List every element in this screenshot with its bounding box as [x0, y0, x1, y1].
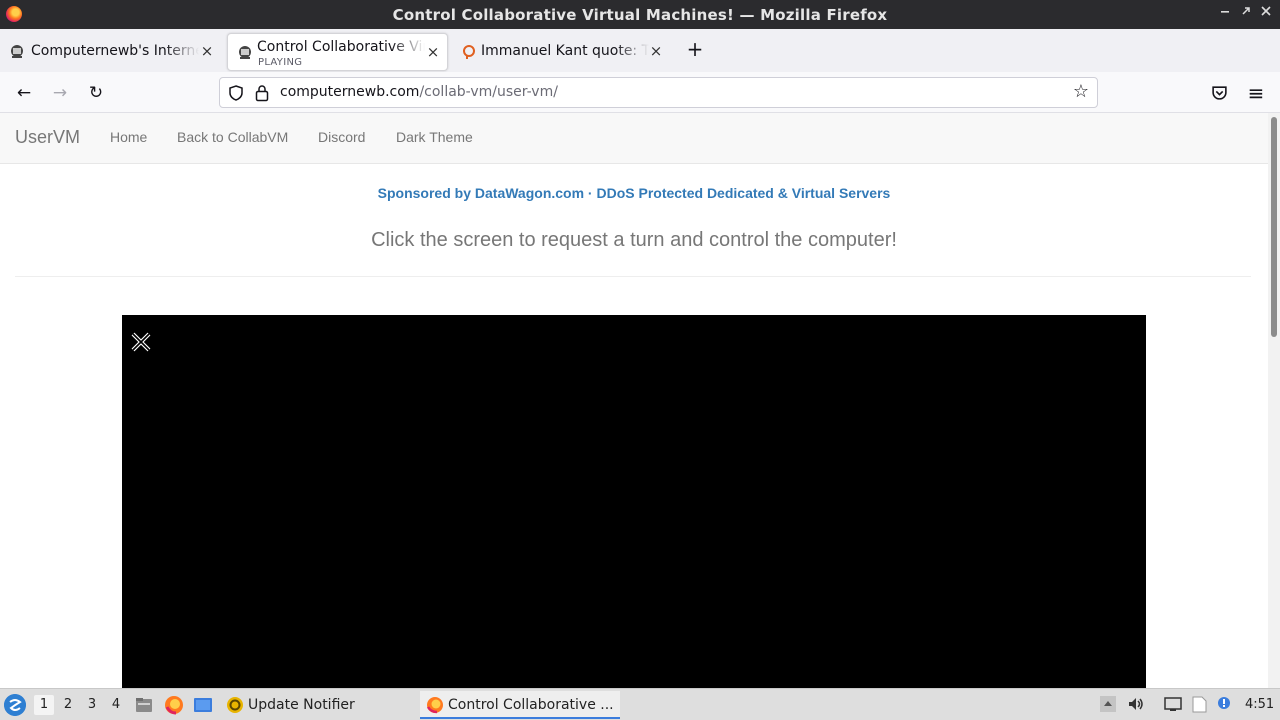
tab-collabvm[interactable]: Control Collaborative Virt PLAYING × [227, 33, 448, 71]
instruction-text: Click the screen to request a turn and c… [371, 229, 897, 251]
notification-icon[interactable] [1214, 695, 1232, 713]
firefox-launcher-icon[interactable] [164, 695, 184, 715]
site-brand[interactable]: UserVM [15, 127, 80, 148]
tab-close-icon[interactable]: × [200, 43, 214, 59]
url-bar[interactable]: computernewb.com/collab-vm/user-vm/ ☆ [219, 77, 1098, 108]
file-manager-icon[interactable] [134, 695, 154, 715]
nav-link-home[interactable]: Home [110, 129, 147, 145]
clock[interactable]: 4:51 [1245, 697, 1274, 712]
tab-label: Immanuel Kant quote: Th [481, 43, 649, 59]
computernewb-favicon-icon [11, 45, 23, 58]
navigation-toolbar: ← → ↻ computernewb.com/collab-vm/user-vm… [0, 72, 1280, 113]
nav-link-back-to-collabvm[interactable]: Back to CollabVM [177, 129, 288, 145]
workspace-4[interactable]: 4 [106, 695, 126, 715]
tab-strip: Computernewb's Internet × Control Collab… [0, 29, 1280, 72]
quote-site-favicon-icon [463, 45, 475, 59]
lock-icon[interactable] [255, 84, 269, 102]
task-update-notifier[interactable]: Update Notifier [220, 691, 410, 719]
bookmark-star-icon[interactable]: ☆ [1071, 82, 1091, 102]
clipboard-icon[interactable] [1190, 695, 1208, 713]
tab-close-icon[interactable]: × [649, 43, 663, 59]
tray-expand-icon[interactable] [1099, 695, 1117, 713]
nav-link-discord[interactable]: Discord [318, 129, 365, 145]
back-button[interactable]: ← [12, 81, 36, 105]
divider [15, 276, 1251, 277]
tab-computernewb[interactable]: Computernewb's Internet × [0, 33, 222, 71]
forward-button[interactable]: → [48, 81, 72, 105]
sponsor-link[interactable]: Sponsored by DataWagon.com · DDoS Protec… [0, 185, 1268, 201]
window-title: Control Collaborative Virtual Machines! … [392, 6, 888, 24]
tab-label: Computernewb's Internet [31, 43, 199, 59]
computernewb-favicon-icon [239, 46, 251, 59]
workspace-2[interactable]: 2 [58, 695, 78, 715]
url-host: computernewb.com [280, 84, 420, 100]
tab-playing-indicator: PLAYING [258, 57, 303, 68]
reload-button[interactable]: ↻ [84, 81, 108, 105]
workspace-1[interactable]: 1 [34, 695, 54, 715]
page-content: UserVM Home Back to CollabVM Discord Dar… [0, 113, 1268, 688]
taskbar: 1 2 3 4 Update Notifier Control Collabor… [0, 688, 1280, 720]
volume-icon[interactable] [1127, 695, 1145, 713]
minimize-icon[interactable] [1217, 4, 1233, 24]
firefox-icon [426, 697, 443, 714]
app-menu-button[interactable]: ≡ [1244, 81, 1268, 105]
pocket-icon[interactable] [1211, 84, 1228, 101]
start-menu-icon[interactable] [4, 694, 26, 716]
task-firefox[interactable]: Control Collaborative ... [420, 691, 620, 719]
page-scrollbar[interactable] [1268, 113, 1280, 688]
close-icon[interactable] [1258, 4, 1274, 24]
tracking-protection-shield-icon[interactable] [228, 85, 244, 101]
new-tab-button[interactable]: + [684, 38, 706, 60]
maximize-icon[interactable] [1238, 4, 1254, 24]
scrollbar-thumb[interactable] [1271, 117, 1277, 337]
network-icon[interactable] [1164, 695, 1182, 713]
desktop-icon[interactable] [193, 695, 213, 715]
vm-display-canvas[interactable] [122, 315, 1146, 688]
update-notifier-icon [227, 697, 243, 713]
window-titlebar: Control Collaborative Virtual Machines! … [0, 0, 1280, 29]
tab-kant-quote[interactable]: Immanuel Kant quote: Th × [452, 33, 674, 71]
tab-label: Control Collaborative Virt [257, 39, 425, 55]
nav-link-dark-theme[interactable]: Dark Theme [396, 129, 473, 145]
site-navbar: UserVM Home Back to CollabVM Discord Dar… [0, 113, 1268, 164]
url-path: /collab-vm/user-vm/ [419, 84, 558, 100]
x-cursor-icon [131, 332, 151, 352]
task-label: Update Notifier [248, 697, 355, 713]
task-label: Control Collaborative ... [448, 697, 614, 713]
tab-close-icon[interactable]: × [426, 44, 440, 60]
workspace-3[interactable]: 3 [82, 695, 102, 715]
url-text[interactable]: computernewb.com/collab-vm/user-vm/ [280, 84, 558, 100]
